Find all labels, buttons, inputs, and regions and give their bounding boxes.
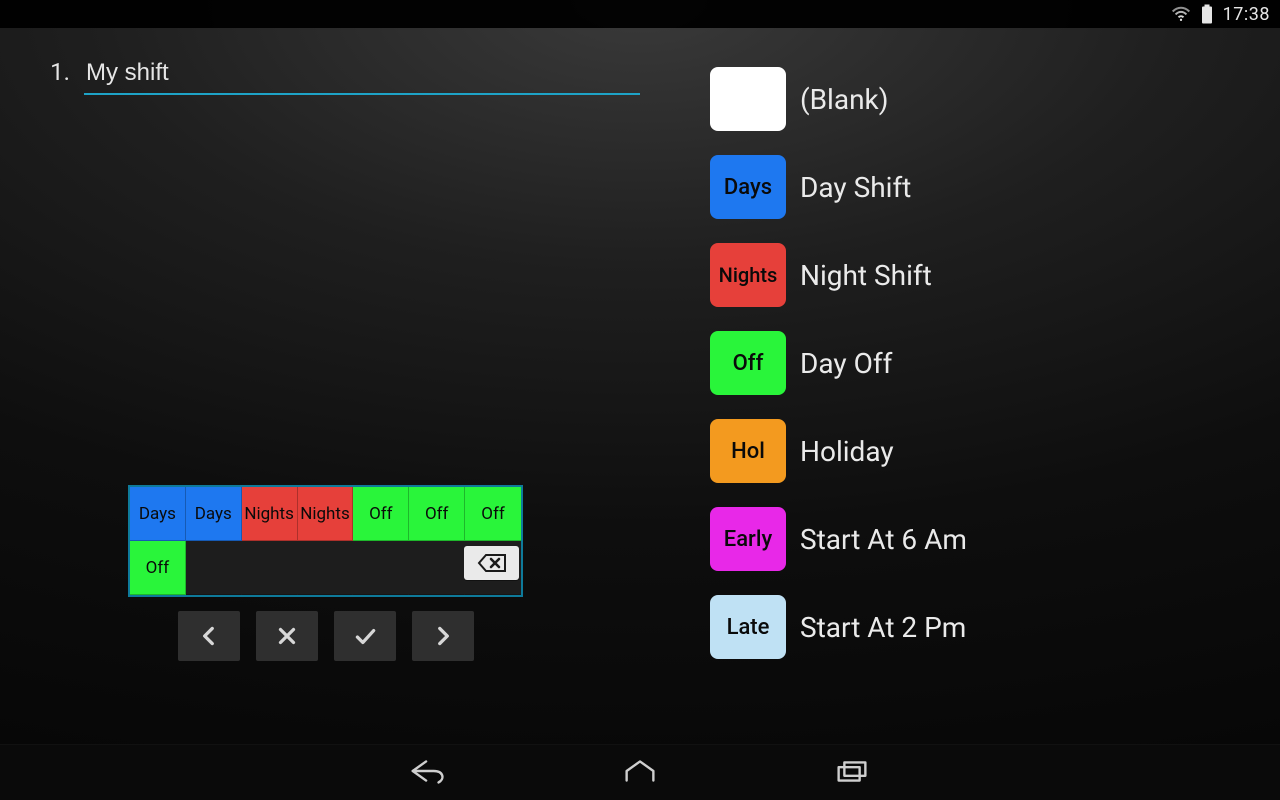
- palette-swatch: [710, 67, 786, 131]
- sequence-controls: [128, 611, 523, 661]
- sequence-cell[interactable]: Days: [130, 487, 186, 541]
- palette-item[interactable]: Days Day Shift: [710, 143, 1260, 231]
- palette-label: Start At 2 Pm: [800, 611, 966, 644]
- sequence-cell[interactable]: Nights: [298, 487, 354, 541]
- sequence-backspace-button[interactable]: [464, 546, 519, 580]
- palette-swatch-tag: Late: [727, 615, 770, 640]
- pattern-index: 1.: [30, 58, 70, 86]
- sequence-cell[interactable]: Off: [465, 487, 521, 541]
- palette-swatch-tag: Hol: [731, 439, 765, 464]
- sequence-cell-label: Off: [369, 504, 393, 524]
- palette-swatch-tag: Early: [724, 527, 772, 552]
- palette-item[interactable]: Early Start At 6 Am: [710, 495, 1260, 583]
- sequence-cell-label: Off: [481, 504, 505, 524]
- status-clock: 17:38: [1223, 4, 1270, 25]
- status-bar: 17:38: [0, 0, 1280, 28]
- palette-item[interactable]: Nights Night Shift: [710, 231, 1260, 319]
- confirm-button[interactable]: [334, 611, 396, 661]
- sequence-cell[interactable]: [242, 541, 298, 595]
- pattern-editor: 1. Days Days Nights Nights Off Off Off Off: [30, 55, 640, 740]
- nav-home-button[interactable]: [619, 754, 661, 792]
- sequence-cell[interactable]: Off: [130, 541, 186, 595]
- nav-recent-button[interactable]: [831, 754, 873, 792]
- palette-item[interactable]: Hol Holiday: [710, 407, 1260, 495]
- palette-item[interactable]: Off Day Off: [710, 319, 1260, 407]
- palette-label: (Blank): [800, 83, 888, 116]
- sequence-cell-label: Off: [425, 504, 449, 524]
- wifi-icon: [1171, 6, 1191, 22]
- next-button[interactable]: [412, 611, 474, 661]
- sequence-container: Days Days Nights Nights Off Off Off Off: [128, 485, 523, 661]
- shift-palette: (Blank) Days Day Shift Nights Night Shift Off…: [710, 55, 1260, 740]
- battery-icon: [1201, 4, 1213, 24]
- sequence-cell-label: Nights: [300, 504, 350, 524]
- sequence-cell-label: Off: [146, 558, 170, 578]
- palette-label: Day Shift: [800, 171, 911, 204]
- pattern-title-row: 1.: [30, 55, 640, 95]
- previous-button[interactable]: [178, 611, 240, 661]
- sequence-cell[interactable]: [409, 541, 465, 595]
- sequence-cell-label: Days: [195, 504, 232, 524]
- nav-back-button[interactable]: [407, 754, 449, 792]
- sequence-cell[interactable]: Nights: [242, 487, 298, 541]
- sequence-cell-label: Days: [139, 504, 176, 524]
- nav-bar: [0, 744, 1280, 800]
- palette-swatch: Days: [710, 155, 786, 219]
- sequence-grid[interactable]: Days Days Nights Nights Off Off Off Off: [128, 485, 523, 597]
- pattern-name-input[interactable]: [84, 55, 640, 95]
- palette-item[interactable]: (Blank): [710, 55, 1260, 143]
- sequence-cell-label: Nights: [244, 504, 294, 524]
- palette-swatch: Early: [710, 507, 786, 571]
- cancel-button[interactable]: [256, 611, 318, 661]
- sequence-cell[interactable]: [298, 541, 354, 595]
- palette-label: Start At 6 Am: [800, 523, 967, 556]
- sequence-cell[interactable]: Off: [409, 487, 465, 541]
- palette-swatch-tag: Days: [724, 175, 772, 200]
- palette-swatch-tag: Nights: [719, 263, 778, 287]
- sequence-cell[interactable]: Off: [353, 487, 409, 541]
- sequence-cell[interactable]: Days: [186, 487, 242, 541]
- sequence-cell[interactable]: [186, 541, 242, 595]
- palette-swatch: Hol: [710, 419, 786, 483]
- palette-swatch: Off: [710, 331, 786, 395]
- palette-label: Holiday: [800, 435, 894, 468]
- palette-swatch: Nights: [710, 243, 786, 307]
- palette-swatch: Late: [710, 595, 786, 659]
- palette-item[interactable]: Late Start At 2 Pm: [710, 583, 1260, 671]
- palette-label: Night Shift: [800, 259, 932, 292]
- sequence-cell[interactable]: [353, 541, 409, 595]
- palette-swatch-tag: Off: [733, 351, 764, 376]
- palette-label: Day Off: [800, 347, 892, 380]
